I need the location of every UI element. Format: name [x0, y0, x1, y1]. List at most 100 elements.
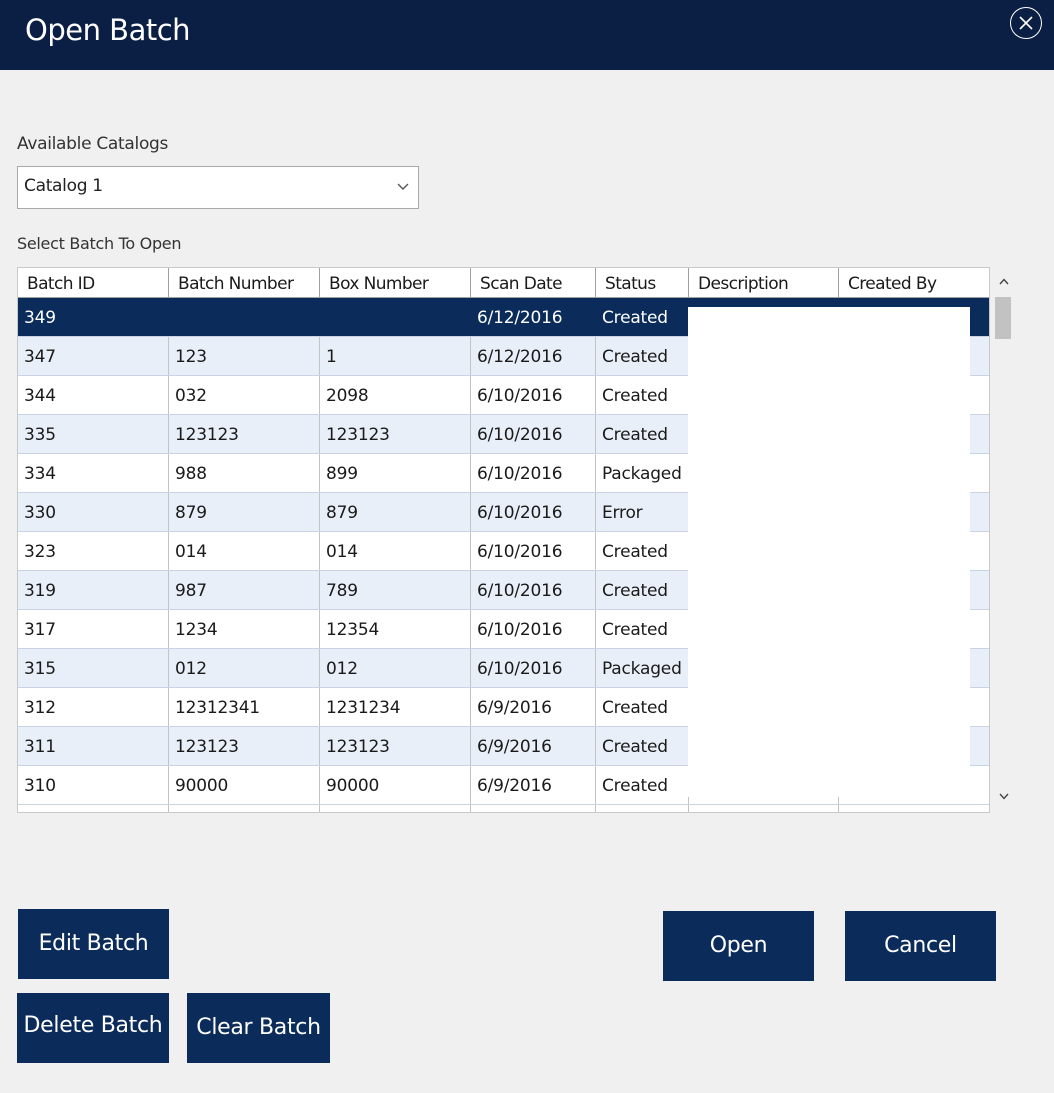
cell-scan-date: 6/10/2016	[471, 493, 596, 531]
cell-status: Created	[596, 688, 689, 726]
title-bar: Open Batch	[0, 0, 1054, 70]
cell-batch-number: 014	[169, 532, 320, 570]
cell-status	[596, 805, 689, 812]
cell-box-number: 123123	[320, 727, 471, 765]
grid-header: Batch ID Batch Number Box Number Scan Da…	[18, 268, 989, 298]
cell-status: Created	[596, 571, 689, 609]
cell-batch-number: 879	[169, 493, 320, 531]
delete-batch-button[interactable]: Delete Batch	[17, 993, 169, 1063]
cell-status: Created	[596, 610, 689, 648]
cell-batch-number: 1234	[169, 610, 320, 648]
cell-batch-id: 334	[18, 454, 169, 492]
cell-scan-date: 6/10/2016	[471, 376, 596, 414]
cell-scan-date: 6/10/2016	[471, 532, 596, 570]
column-header-status[interactable]: Status	[596, 268, 689, 297]
cell-scan-date: 6/10/2016	[471, 571, 596, 609]
cell-box-number: 2098	[320, 376, 471, 414]
close-icon	[1019, 16, 1033, 30]
cell-scan-date: 6/10/2016	[471, 610, 596, 648]
cell-description	[689, 805, 839, 812]
cell-scan-date: 6/12/2016	[471, 337, 596, 375]
cell-status: Created	[596, 298, 689, 336]
column-header-created-by[interactable]: Created By	[839, 268, 989, 297]
column-header-box-number[interactable]: Box Number	[320, 268, 471, 297]
batches-label: Select Batch To Open	[17, 234, 182, 253]
cell-status: Created	[596, 337, 689, 375]
cell-box-number: 789	[320, 571, 471, 609]
cell-box-number: 879	[320, 493, 471, 531]
cell-batch-number: 123123	[169, 415, 320, 453]
chevron-down-icon[interactable]	[999, 793, 1009, 800]
chevron-down-icon	[397, 183, 409, 190]
window-title: Open Batch	[25, 13, 191, 47]
cell-batch-number: 123123	[169, 727, 320, 765]
cell-batch-number: 988	[169, 454, 320, 492]
cell-batch-id: 335	[18, 415, 169, 453]
cell-box-number: 12354	[320, 610, 471, 648]
cell-box-number: 123123	[320, 415, 471, 453]
cell-batch-number: 12312341	[169, 688, 320, 726]
column-header-batch-id[interactable]: Batch ID	[18, 268, 169, 297]
open-button[interactable]: Open	[663, 911, 814, 981]
cell-batch-number: 987	[169, 571, 320, 609]
cell-scan-date: 6/10/2016	[471, 454, 596, 492]
cell-batch-number: 90000	[169, 766, 320, 804]
cell-box-number: 012	[320, 649, 471, 687]
cell-batch-number: 123	[169, 337, 320, 375]
cell-box-number	[320, 298, 471, 336]
edit-batch-button[interactable]: Edit Batch	[18, 909, 169, 979]
cell-batch-number: 032	[169, 376, 320, 414]
cell-status: Created	[596, 415, 689, 453]
cell-scan-date: 6/10/2016	[471, 415, 596, 453]
column-header-batch-number[interactable]: Batch Number	[169, 268, 320, 297]
cell-status: Packaged	[596, 649, 689, 687]
catalog-select-value: Catalog 1	[24, 176, 103, 196]
cell-batch-id: 310	[18, 766, 169, 804]
clear-batch-button[interactable]: Clear Batch	[187, 993, 330, 1063]
table-row[interactable]	[18, 805, 989, 812]
redacted-area	[688, 307, 970, 797]
cell-scan-date	[471, 805, 596, 812]
cell-batch-id: 344	[18, 376, 169, 414]
chevron-up-icon[interactable]	[999, 278, 1009, 285]
column-header-description[interactable]: Description	[689, 268, 839, 297]
cell-batch-id: 323	[18, 532, 169, 570]
cell-scan-date: 6/9/2016	[471, 766, 596, 804]
cell-batch-id: 347	[18, 337, 169, 375]
cell-status: Created	[596, 766, 689, 804]
cell-batch-id: 312	[18, 688, 169, 726]
catalog-select[interactable]: Catalog 1	[17, 166, 419, 209]
cell-box-number	[320, 805, 471, 812]
cell-scan-date: 6/12/2016	[471, 298, 596, 336]
cell-batch-id	[18, 805, 169, 812]
cell-batch-id: 330	[18, 493, 169, 531]
cell-batch-id: 317	[18, 610, 169, 648]
column-header-scan-date[interactable]: Scan Date	[471, 268, 596, 297]
cell-box-number: 90000	[320, 766, 471, 804]
scrollbar-thumb[interactable]	[995, 297, 1011, 339]
cell-scan-date: 6/9/2016	[471, 727, 596, 765]
catalogs-label: Available Catalogs	[17, 134, 169, 154]
cell-box-number: 899	[320, 454, 471, 492]
cell-status: Error	[596, 493, 689, 531]
cell-scan-date: 6/10/2016	[471, 649, 596, 687]
cell-batch-number: 012	[169, 649, 320, 687]
cell-box-number: 014	[320, 532, 471, 570]
cell-batch-id: 349	[18, 298, 169, 336]
cell-box-number: 1231234	[320, 688, 471, 726]
close-button[interactable]	[1010, 7, 1042, 39]
cancel-button[interactable]: Cancel	[845, 911, 996, 981]
cell-batch-number	[169, 805, 320, 812]
cell-batch-id: 311	[18, 727, 169, 765]
cell-status: Packaged	[596, 454, 689, 492]
cell-batch-number	[169, 298, 320, 336]
cell-batch-id: 319	[18, 571, 169, 609]
cell-box-number: 1	[320, 337, 471, 375]
grid-scrollbar[interactable]	[992, 267, 1017, 813]
cell-status: Created	[596, 532, 689, 570]
cell-batch-id: 315	[18, 649, 169, 687]
cell-status: Created	[596, 727, 689, 765]
cell-status: Created	[596, 376, 689, 414]
cell-scan-date: 6/9/2016	[471, 688, 596, 726]
cell-created-by	[839, 805, 989, 812]
